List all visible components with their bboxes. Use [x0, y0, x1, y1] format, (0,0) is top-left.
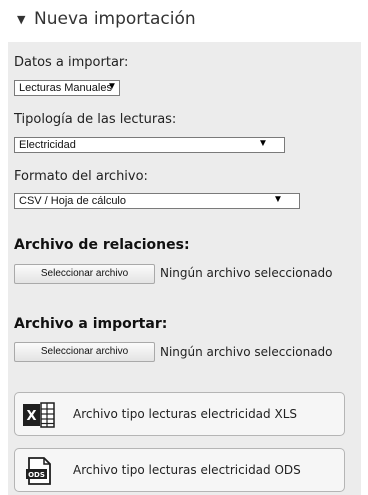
- svg-text:ODS: ODS: [28, 471, 45, 479]
- section-title: Nueva importación: [34, 9, 196, 29]
- relaciones-file-status: Ningún archivo seleccionado: [160, 266, 333, 280]
- download-xls-label: Archivo tipo lecturas electricidad XLS: [73, 407, 297, 421]
- download-ods-button[interactable]: ODS Archivo tipo lecturas electricidad O…: [14, 448, 345, 492]
- formato-select-value: CSV / Hoja de cálculo: [19, 195, 126, 207]
- tipologia-select[interactable]: Electricidad ▼: [14, 137, 285, 153]
- download-xls-button[interactable]: X Archivo tipo lecturas electricidad XLS: [14, 392, 345, 436]
- tipologia-select-value: Electricidad: [19, 139, 76, 151]
- importar-file-button[interactable]: Seleccionar archivo: [14, 342, 155, 362]
- caret-down-icon[interactable]: ▼: [17, 13, 25, 26]
- formato-label: Formato del archivo:: [14, 169, 148, 184]
- importar-file-status: Ningún archivo seleccionado: [160, 345, 333, 359]
- svg-text:X: X: [26, 409, 36, 424]
- excel-file-icon: X: [23, 402, 55, 428]
- section-header[interactable]: ▼ Nueva importación: [0, 0, 368, 40]
- relaciones-file-button[interactable]: Seleccionar archivo: [14, 264, 155, 284]
- formato-select[interactable]: CSV / Hoja de cálculo ▼: [14, 193, 300, 209]
- chevron-down-icon: ▼: [258, 138, 268, 149]
- datos-select-value: Lecturas Manuales: [19, 82, 112, 94]
- tipologia-label: Tipología de las lecturas:: [14, 112, 177, 127]
- ods-file-icon: ODS: [26, 457, 51, 485]
- chevron-down-icon: ▼: [107, 81, 117, 92]
- relaciones-label: Archivo de relaciones:: [14, 237, 190, 253]
- datos-select[interactable]: Lecturas Manuales ▼: [14, 80, 120, 96]
- download-ods-label: Archivo tipo lecturas electricidad ODS: [73, 463, 301, 477]
- chevron-down-icon: ▼: [273, 194, 283, 205]
- datos-label: Datos a importar:: [14, 55, 129, 70]
- importar-label: Archivo a importar:: [14, 316, 168, 332]
